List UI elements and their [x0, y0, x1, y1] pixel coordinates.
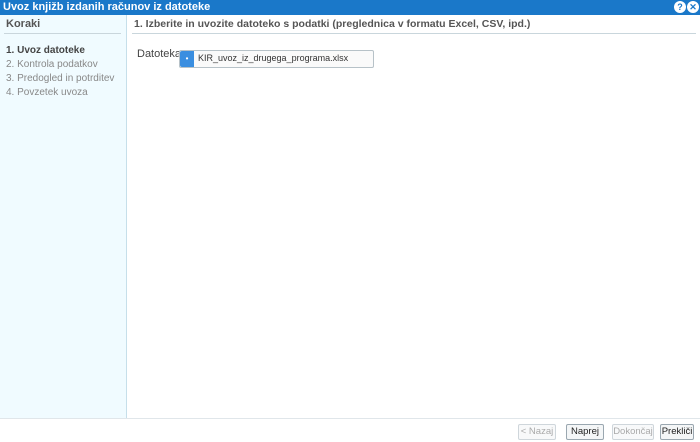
- file-name: KIR_uvoz_iz_drugega_programa.xlsx: [198, 53, 349, 63]
- title-bar: Uvoz knjižb izdanih računov iz datoteke …: [0, 0, 700, 15]
- step-item-import-summary: 4. Povzetek uvoza: [6, 87, 88, 98]
- main-panel: 1. Izberite in uvozite datoteko s podatk…: [128, 15, 700, 418]
- sidebar-divider: [4, 33, 121, 34]
- step-item-preview-confirm: 3. Predogled in potrditev: [6, 73, 115, 84]
- steps-list: 1. Uvoz datoteke 2. Kontrola podatkov 3.…: [6, 45, 114, 101]
- file-upload-field[interactable]: • KIR_uvoz_iz_drugega_programa.xlsx: [179, 50, 374, 68]
- close-icon[interactable]: ✕: [687, 1, 699, 13]
- back-button[interactable]: < Nazaj: [518, 424, 556, 440]
- step-item-import-file: 1. Uvoz datoteke: [6, 45, 85, 56]
- footer-bar: < Nazaj Naprej > Dokončaj Prekliči: [0, 418, 700, 442]
- step-title: 1. Izberite in uvozite datoteko s podatk…: [134, 18, 531, 30]
- file-label: Datoteka:: [137, 48, 185, 60]
- steps-sidebar: Koraki 1. Uvoz datoteke 2. Kontrola poda…: [0, 15, 127, 418]
- help-icon[interactable]: ?: [674, 1, 686, 13]
- main-divider: [132, 33, 696, 34]
- window-title: Uvoz knjižb izdanih računov iz datoteke: [3, 1, 211, 13]
- sidebar-heading: Koraki: [6, 18, 41, 30]
- file-browse-icon[interactable]: •: [180, 51, 194, 67]
- step-item-data-check: 2. Kontrola podatkov: [6, 59, 98, 70]
- cancel-button[interactable]: Prekliči: [660, 424, 694, 440]
- finish-button[interactable]: Dokončaj: [612, 424, 654, 440]
- next-button[interactable]: Naprej >: [566, 424, 604, 442]
